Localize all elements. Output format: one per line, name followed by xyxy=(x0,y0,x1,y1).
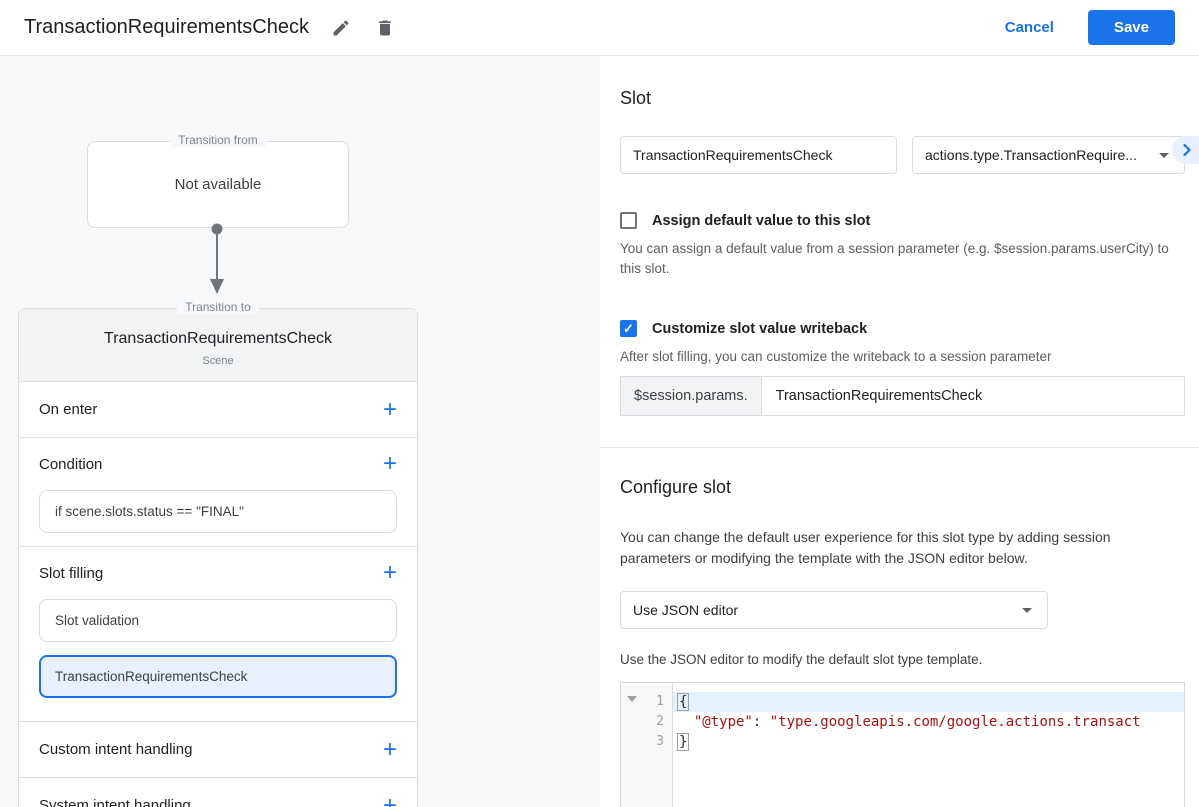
close-brace: } xyxy=(677,732,690,751)
assign-default-label: Assign default value to this slot xyxy=(652,212,871,229)
code-line-2: "@type": "type.googleapis.com/google.act… xyxy=(673,712,1184,732)
pencil-icon xyxy=(331,18,351,38)
section-label: On enter xyxy=(39,401,98,418)
main-content: Transition from Not available Transition… xyxy=(0,56,1199,807)
gutter-line-2: 2 xyxy=(621,712,672,732)
flow-diagram-panel: Transition from Not available Transition… xyxy=(0,56,600,807)
configure-slot-heading: Configure slot xyxy=(620,476,732,497)
scene-card-header[interactable]: TransactionRequirementsCheck Scene xyxy=(19,309,417,382)
slot-heading: Slot xyxy=(620,88,652,108)
divider xyxy=(600,446,1199,448)
writeback-prefix: $session.params. xyxy=(621,376,762,415)
add-icon[interactable] xyxy=(383,740,397,760)
line-number: 3 xyxy=(656,734,664,750)
add-icon[interactable] xyxy=(383,563,397,583)
writeback-label: Customize slot value writeback xyxy=(652,320,868,337)
editor-mode-select[interactable]: Use JSON editor xyxy=(620,590,1048,629)
cancel-button[interactable]: Cancel xyxy=(1005,19,1054,36)
chevron-right-icon xyxy=(1177,140,1197,160)
code-line-3: } xyxy=(673,732,1184,752)
scene-subtitle: Scene xyxy=(202,355,234,367)
transition-from-value: Not available xyxy=(174,176,262,193)
add-icon[interactable] xyxy=(383,796,397,807)
condition-item[interactable]: if scene.slots.status == "FINAL" xyxy=(39,490,397,533)
transition-from-legend: Transition from xyxy=(170,133,266,147)
slot-type-select[interactable]: actions.type.TransactionRequire... xyxy=(912,136,1185,174)
gutter-line-3: 3 xyxy=(621,732,672,752)
editor-caption: Use the JSON editor to modify the defaul… xyxy=(620,651,983,667)
writeback-row: Customize slot value writeback xyxy=(620,320,1185,338)
writeback-helper: After slot filling, you can customize th… xyxy=(620,349,1052,365)
writeback-param-input[interactable] xyxy=(761,376,1184,415)
slot-editor-panel: Slot actions.type.TransactionRequire... … xyxy=(600,56,1199,807)
section-on-enter[interactable]: On enter xyxy=(19,382,417,437)
trash-icon xyxy=(375,18,395,38)
page-title: TransactionRequirementsCheck xyxy=(24,16,309,38)
transition-from-box: Transition from Not available xyxy=(87,133,349,228)
delete-button[interactable] xyxy=(373,16,397,40)
editor-mode-value: Use JSON editor xyxy=(633,601,739,618)
section-condition[interactable]: Condition xyxy=(19,438,417,490)
gutter-line-1: 1 xyxy=(621,692,672,712)
code-colon: : xyxy=(752,713,770,730)
add-icon[interactable] xyxy=(383,454,397,474)
edit-button[interactable] xyxy=(329,16,353,40)
configure-slot-description: You can change the default user experien… xyxy=(620,528,1111,566)
code-value: "type.googleapis.com/google.actions.tran… xyxy=(769,713,1141,730)
section-label: Slot filling xyxy=(39,564,104,582)
slot-item-selected[interactable]: TransactionRequirementsCheck xyxy=(39,655,397,698)
fold-arrow-icon[interactable] xyxy=(627,695,637,702)
transition-to-legend: Transition to xyxy=(177,300,259,314)
open-brace: { xyxy=(677,692,690,711)
dropdown-arrow-icon xyxy=(1015,598,1039,622)
code-key: "@type" xyxy=(693,713,753,730)
section-label: Condition xyxy=(39,455,103,473)
save-button[interactable]: Save xyxy=(1087,10,1175,45)
assign-default-helper: You can assign a default value from a se… xyxy=(620,241,1169,276)
top-bar: TransactionRequirementsCheck Cancel Save xyxy=(0,0,1199,56)
section-label: Custom intent handling xyxy=(39,741,193,758)
assign-default-row: Assign default value to this slot xyxy=(620,212,1185,229)
assign-default-checkbox[interactable] xyxy=(620,212,637,229)
add-icon[interactable] xyxy=(383,400,397,420)
json-code-editor[interactable]: 1 2 3 { "@type": "type.googleapis.com/go… xyxy=(620,681,1185,807)
editor-code-area[interactable]: { "@type": "type.googleapis.com/google.a… xyxy=(673,683,1184,807)
line-number: 2 xyxy=(656,714,664,730)
transition-arrow-icon xyxy=(205,223,229,300)
section-label: System intent handling xyxy=(39,797,191,807)
slot-type-value: actions.type.TransactionRequire... xyxy=(925,147,1137,163)
section-slot-filling[interactable]: Slot filling xyxy=(19,547,417,599)
slot-name-input[interactable] xyxy=(620,136,897,174)
section-system-intent[interactable]: System intent handling xyxy=(19,778,417,807)
transition-to-card: Transition to TransactionRequirementsChe… xyxy=(18,300,418,807)
editor-gutter: 1 2 3 xyxy=(621,682,673,807)
collapse-panel-button[interactable] xyxy=(1172,136,1199,164)
section-custom-intent[interactable]: Custom intent handling xyxy=(19,722,417,777)
code-line-1: { xyxy=(673,691,1184,712)
scene-title: TransactionRequirementsCheck xyxy=(104,330,332,347)
slot-validation-item[interactable]: Slot validation xyxy=(39,599,397,642)
line-number: 1 xyxy=(656,694,664,710)
writeback-checkbox[interactable] xyxy=(620,320,637,338)
writeback-field-group: $session.params. xyxy=(620,375,1185,416)
slot-name-type-row: actions.type.TransactionRequire... xyxy=(620,136,1185,174)
